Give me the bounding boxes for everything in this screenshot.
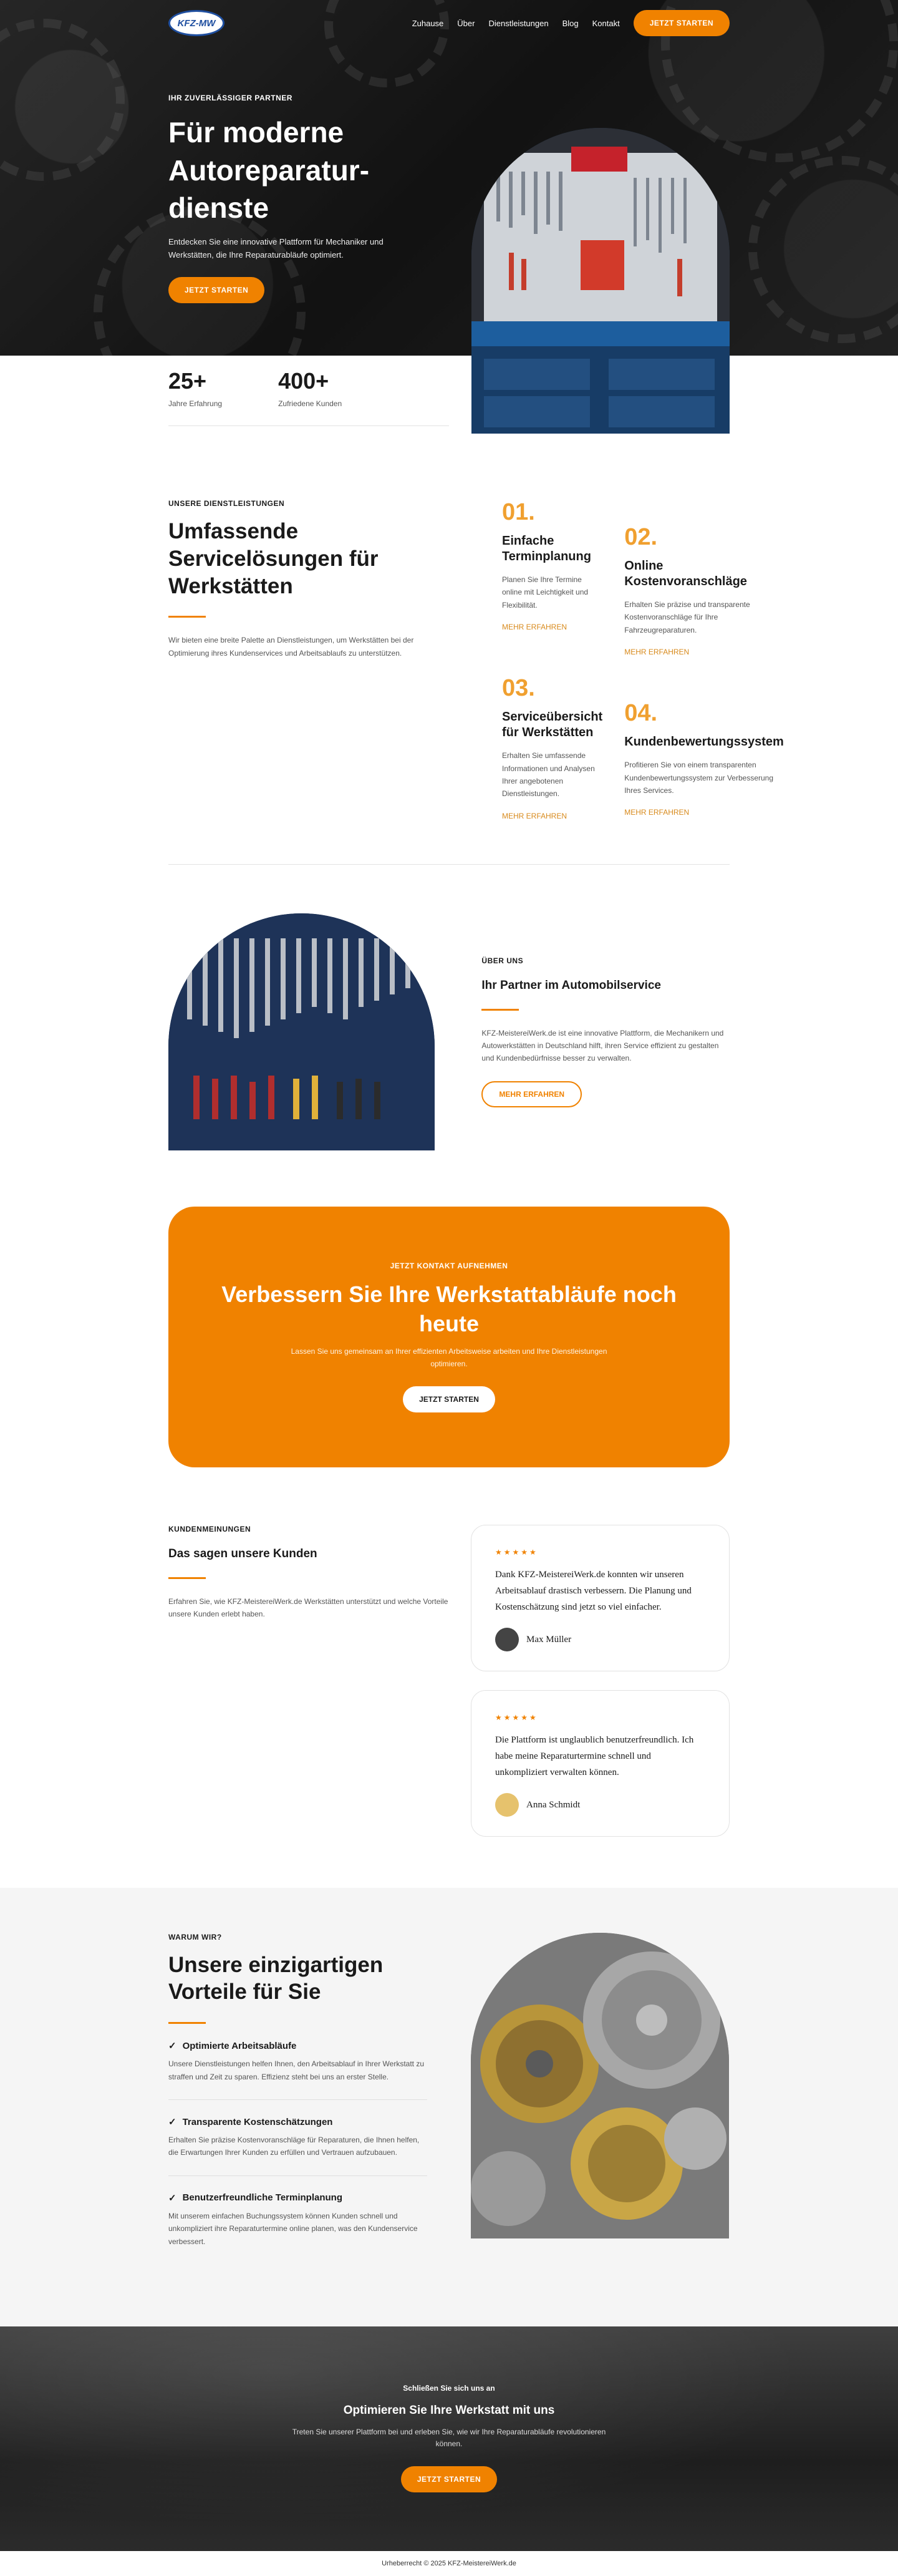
- service-title: Online Kostenvoranschläge: [624, 559, 747, 588]
- testimonial-card: ★★★★★ Dank KFZ-MeistereiWerk.de konnten …: [471, 1524, 730, 1671]
- service-title: Einfache Terminplanung: [502, 534, 591, 563]
- advantages-section: WARUM WIR? Unsere einzigartigen Vorteile…: [0, 1887, 898, 2326]
- accent-divider: [481, 1008, 519, 1011]
- hero-eyebrow: IHR ZUVERLÄSSIGER PARTNER: [168, 94, 292, 102]
- final-description: Treten Sie unserer Plattform bei und erl…: [292, 2427, 606, 2449]
- checkmark-icon: ✓: [168, 2192, 176, 2204]
- service-card-scheduling: 01. Einfache Terminplanung Planen Sie Ih…: [502, 499, 602, 675]
- testimonials-section: KUNDENMEINUNGEN Das sagen unsere Kunden …: [168, 1524, 730, 1855]
- hero-title: Für moderne Autoreparatur-dienste: [168, 116, 370, 225]
- final-title: Optimieren Sie Ihre Werkstatt mit uns: [343, 2403, 555, 2417]
- service-learn-more-link[interactable]: MEHR ERFAHREN: [624, 648, 784, 656]
- services-eyebrow: UNSERE DIENSTLEISTUNGEN: [168, 499, 285, 508]
- stat-customers: 400+ Zufriedene Kunden: [278, 368, 342, 408]
- service-learn-more-link[interactable]: MEHR ERFAHREN: [624, 808, 784, 817]
- about-eyebrow: ÜBER UNS: [481, 956, 524, 965]
- service-description: Erhalten Sie umfassende Informationen un…: [502, 751, 595, 799]
- stats-section: 25+ Jahre Erfahrung 400+ Zufriedene Kund…: [168, 356, 730, 449]
- hero-section: KFZ-MW Zuhause Über Dienstleistungen Blo…: [0, 0, 898, 434]
- advantages-gears-image: [471, 1932, 729, 2238]
- services-title: Umfassende Servicelösungen für Werkstätt…: [168, 519, 379, 598]
- service-card-overview: 03. Serviceübersicht für Werkstätten Erh…: [502, 675, 602, 839]
- testimonials-description: Erfahren Sie, wie KFZ-MeistereiWerk.de W…: [168, 1597, 448, 1619]
- advantage-title: Benutzerfreundliche Terminplanung: [182, 2192, 342, 2204]
- services-description: Wir bieten eine breite Palette an Dienst…: [168, 636, 414, 658]
- checkmark-icon: ✓: [168, 2041, 176, 2052]
- about-learn-more-button[interactable]: MEHR ERFAHREN: [481, 1081, 582, 1107]
- cta-title: Verbessern Sie Ihre Werkstattabläufe noc…: [221, 1281, 677, 1336]
- about-title: Ihr Partner im Automobilservice: [481, 978, 661, 992]
- advantage-title: Transparente Kostenschätzungen: [182, 2116, 333, 2127]
- stat-label: Zufriedene Kunden: [278, 399, 342, 408]
- final-eyebrow: Schließen Sie sich uns an: [403, 2383, 495, 2393]
- hero-description: Entdecken Sie eine innovative Plattform …: [168, 237, 384, 260]
- about-wrench-wall-image: [168, 913, 435, 1150]
- service-description: Profitieren Sie von einem transparenten …: [624, 761, 774, 795]
- accent-divider: [168, 1577, 206, 1579]
- stat-value: 400+: [278, 368, 329, 394]
- about-description: KFZ-MeistereiWerk.de ist eine innovative…: [481, 1028, 724, 1063]
- accent-divider: [168, 616, 206, 618]
- hero-cta-button[interactable]: JETZT STARTEN: [168, 276, 265, 303]
- advantage-item: ✓ Benutzerfreundliche Terminplanung Mit u…: [168, 2176, 427, 2264]
- star-rating-icon: ★★★★★: [495, 1547, 538, 1557]
- cta-description: Lassen Sie uns gemeinsam an Ihrer effizi…: [291, 1347, 607, 1368]
- testimonial-card: ★★★★★ Die Plattform ist unglaublich benu…: [471, 1689, 730, 1837]
- service-learn-more-link[interactable]: MEHR ERFAHREN: [502, 623, 602, 631]
- footer: Urheberrecht © 2025 KFZ-MeistereiWerk.de: [0, 2551, 898, 2576]
- testimonial-quote: Dank KFZ-MeistereiWerk.de konnten wir un…: [495, 1569, 692, 1613]
- advantage-item: ✓ Optimierte Arbeitsabläufe Unsere Dienst…: [168, 2024, 427, 2101]
- service-title: Kundenbewertungssystem: [624, 735, 784, 749]
- service-description: Planen Sie Ihre Termine online mit Leich…: [502, 575, 589, 610]
- service-number: 02.: [624, 524, 658, 550]
- copyright-text: Urheberrecht © 2025 KFZ-MeistereiWerk.de: [382, 2559, 516, 2567]
- service-number: 01.: [502, 499, 535, 525]
- service-title: Serviceübersicht für Werkstätten: [502, 710, 603, 740]
- wrench-wall-illustration: [168, 913, 435, 1150]
- advantage-description: Erhalten Sie präzise Kostenvoranschläge …: [168, 2136, 420, 2157]
- service-card-estimates: 02. Online Kostenvoranschläge Erhalten S…: [624, 499, 784, 675]
- service-card-reviews: 04. Kundenbewertungssystem Profitieren S…: [624, 675, 784, 839]
- star-rating-icon: ★★★★★: [495, 1713, 538, 1722]
- cta-start-button[interactable]: JETZT STARTEN: [403, 1386, 495, 1412]
- checkmark-icon: ✓: [168, 2117, 176, 2128]
- service-number: 03.: [502, 675, 535, 702]
- testimonials-eyebrow: KUNDENMEINUNGEN: [168, 1524, 251, 1533]
- avatar: [495, 1628, 519, 1652]
- testimonials-title: Das sagen unsere Kunden: [168, 1547, 317, 1560]
- service-description: Erhalten Sie präzise und transparente Ko…: [624, 600, 750, 634]
- advantages-eyebrow: WARUM WIR?: [168, 1932, 222, 1942]
- testimonial-author: Anna Schmidt: [526, 1799, 581, 1810]
- advantage-title: Optimierte Arbeitsabläufe: [182, 2040, 297, 2051]
- cta-eyebrow: JETZT KONTAKT AUFNEHMEN: [390, 1261, 508, 1270]
- final-start-button[interactable]: JETZT STARTEN: [400, 2466, 498, 2493]
- section-divider: [168, 863, 730, 865]
- testimonial-quote: Die Plattform ist unglaublich benutzerfr…: [495, 1734, 694, 1778]
- service-number: 04.: [624, 700, 658, 727]
- stat-experience: 25+ Jahre Erfahrung: [168, 368, 222, 408]
- contact-cta-banner: JETZT KONTAKT AUFNEHMEN Verbessern Sie I…: [168, 1206, 730, 1467]
- service-learn-more-link[interactable]: MEHR ERFAHREN: [502, 812, 602, 820]
- services-section: UNSERE DIENSTLEISTUNGEN Umfassende Servi…: [168, 449, 784, 1855]
- advantage-item: ✓ Transparente Kostenschätzungen Erhalten…: [168, 2100, 427, 2176]
- final-cta-section: Schließen Sie sich uns an Optimieren Sie…: [0, 2326, 898, 2551]
- stat-label: Jahre Erfahrung: [168, 399, 223, 408]
- testimonial-author: Max Müller: [526, 1634, 572, 1645]
- gears-illustration: [471, 1932, 729, 2238]
- about-section: ÜBER UNS Ihr Partner im Automobilservice…: [168, 913, 730, 1150]
- advantages-title: Unsere einzigartigen Vorteile für Sie: [168, 1952, 384, 2005]
- advantage-description: Mit unserem einfachen Buchungssystem kön…: [168, 2211, 418, 2246]
- avatar: [495, 1793, 519, 1817]
- stat-value: 25+: [168, 368, 207, 394]
- advantage-description: Unsere Dienstleistungen helfen Ihnen, de…: [168, 2059, 425, 2081]
